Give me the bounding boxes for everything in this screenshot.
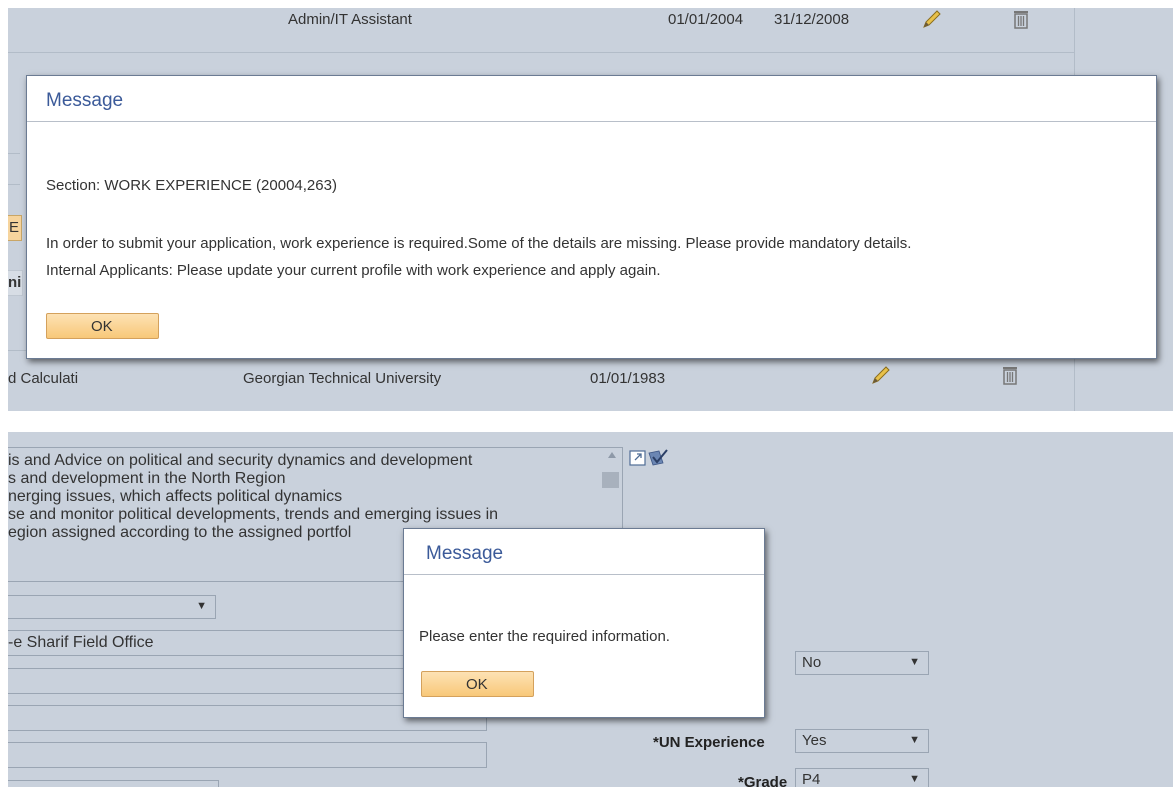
dropdown-select[interactable]: ▼ xyxy=(8,595,216,619)
select-no[interactable]: No ▼ xyxy=(795,651,929,675)
program-cell: d Calculati xyxy=(8,370,79,387)
textarea-line: is and Advice on political and security … xyxy=(8,452,473,469)
background-tab-fragment: ni xyxy=(8,270,23,296)
chevron-down-icon: ▼ xyxy=(909,773,920,785)
un-experience-select[interactable]: Yes ▼ xyxy=(795,729,929,753)
start-date-cell: 01/01/2004 xyxy=(668,11,744,28)
dialog-section-text: Section: WORK EXPERIENCE (20004,263) xyxy=(46,177,337,194)
required-info-message-dialog: Message Please enter the required inform… xyxy=(403,528,765,718)
grade-label: *Grade xyxy=(738,774,788,787)
dialog-title: Message xyxy=(426,543,504,564)
lookup-icon[interactable] xyxy=(627,447,671,469)
dialog-title: Message xyxy=(46,90,124,111)
trash-icon[interactable] xyxy=(1001,364,1019,386)
background-button-fragment: E xyxy=(8,215,22,241)
dialog-title-bar: Message xyxy=(404,529,764,575)
job-title-cell: Admin/IT Assistant xyxy=(288,11,412,28)
scroll-thumb[interactable] xyxy=(602,472,619,488)
textarea-line: se and monitor political developments, t… xyxy=(8,506,499,523)
dialog-message-line-1: In order to submit your application, wor… xyxy=(46,235,912,252)
ok-button[interactable]: OK xyxy=(46,313,159,339)
text-field[interactable] xyxy=(8,780,219,787)
chevron-down-icon: ▼ xyxy=(196,600,207,612)
scroll-up-arrow-icon[interactable] xyxy=(608,452,616,458)
grade-value: P4 xyxy=(802,771,821,787)
dialog-message-line-2: Internal Applicants: Please update your … xyxy=(46,262,661,279)
office-field[interactable]: -e Sharif Field Office xyxy=(8,630,429,656)
pencil-icon[interactable] xyxy=(921,8,943,30)
institution-cell: Georgian Technical University xyxy=(243,370,442,387)
grade-select[interactable]: P4 ▼ xyxy=(795,768,929,787)
background-field-fragment xyxy=(8,153,20,185)
trash-icon[interactable] xyxy=(1012,8,1030,30)
spellcheck-icon xyxy=(648,449,668,466)
date-cell: 01/01/1983 xyxy=(590,370,666,387)
ok-button[interactable]: OK xyxy=(421,671,534,697)
end-date-cell: 31/12/2008 xyxy=(774,11,850,28)
un-experience-value: Yes xyxy=(802,732,827,749)
application-form-panel: is and Advice on political and security … xyxy=(8,432,1173,787)
textarea-line: nerging issues, which affects political … xyxy=(8,488,343,505)
textarea-line: s and development in the North Region xyxy=(8,470,286,487)
select-no-value: No xyxy=(802,654,822,671)
table-row xyxy=(8,8,1074,53)
dialog-title-bar: Message xyxy=(27,76,1156,122)
work-experience-panel: Admin/IT Assistant 01/01/2004 31/12/2008… xyxy=(8,8,1173,411)
text-field[interactable] xyxy=(8,668,429,694)
chevron-down-icon: ▼ xyxy=(909,656,920,668)
table-row xyxy=(8,350,1074,411)
chevron-down-icon: ▼ xyxy=(909,734,920,746)
work-experience-message-dialog: Message Section: WORK EXPERIENCE (20004,… xyxy=(26,75,1157,359)
textarea-line: egion assigned according to the assigned… xyxy=(8,524,352,541)
dialog-message-text: Please enter the required information. xyxy=(419,628,670,645)
office-field-value: -e Sharif Field Office xyxy=(8,634,154,651)
text-field[interactable] xyxy=(8,742,487,768)
pencil-icon[interactable] xyxy=(870,364,892,386)
un-experience-label: *UN Experience xyxy=(653,734,765,751)
